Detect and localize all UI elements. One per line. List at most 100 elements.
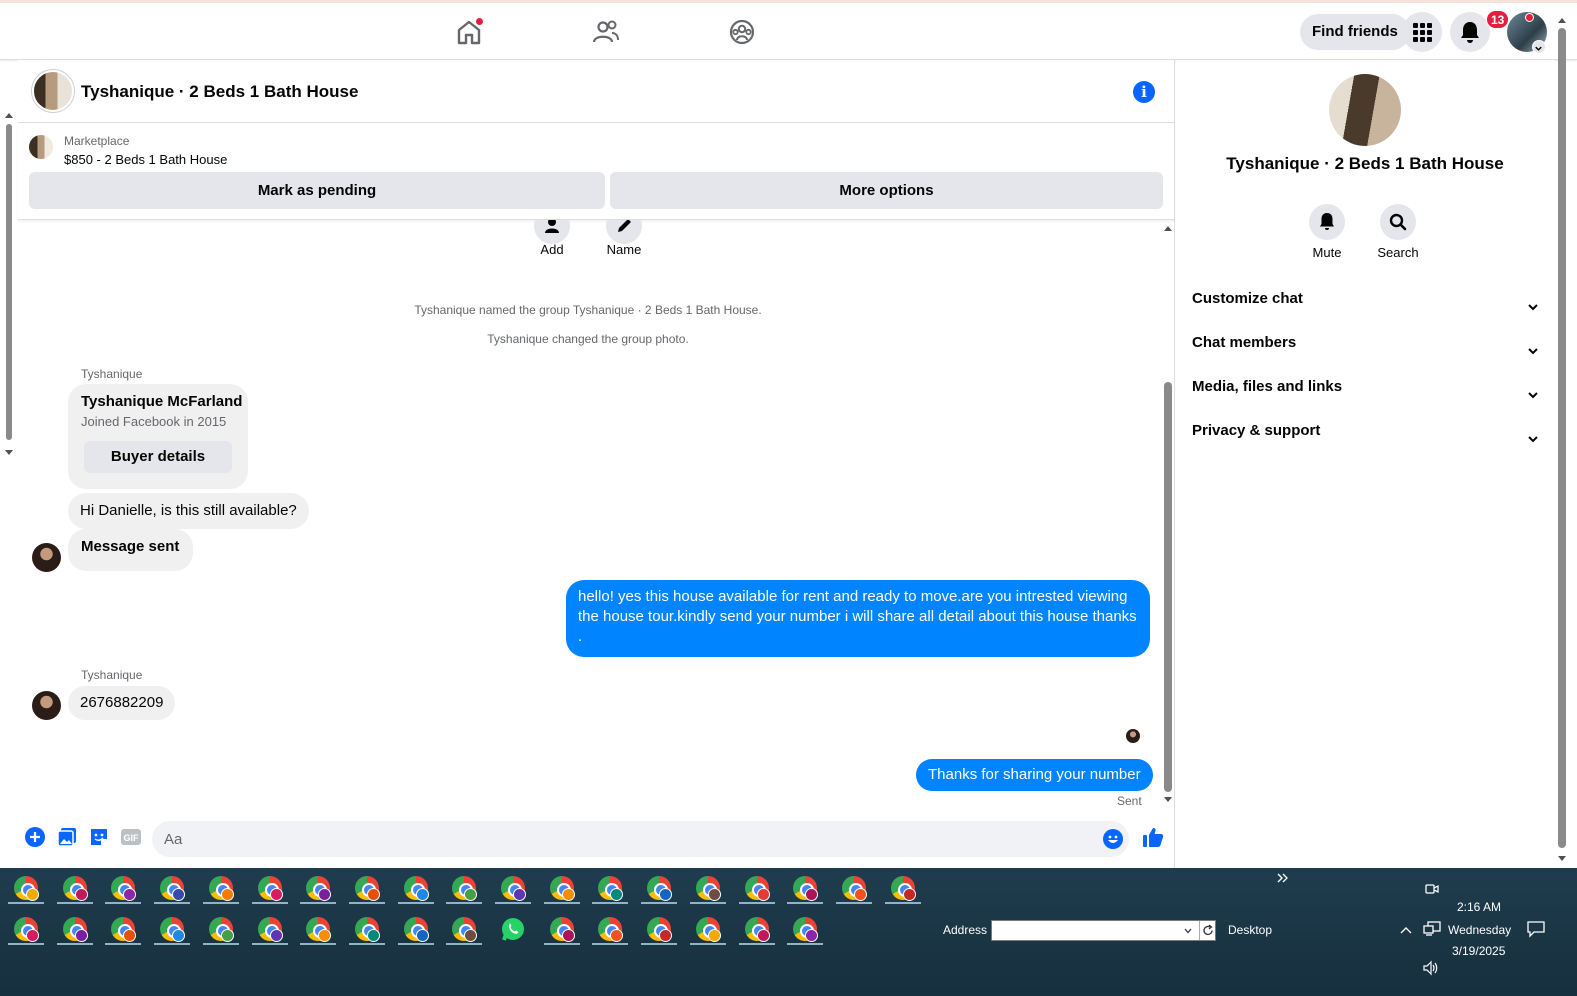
volume-icon[interactable] <box>1422 960 1440 976</box>
show-hidden-icons-chevron-icon[interactable] <box>1399 923 1413 935</box>
menu-grid-icon[interactable] <box>1402 12 1442 52</box>
chat-title[interactable]: Tyshanique · 2 Beds 1 Bath House <box>81 82 358 102</box>
listing-title[interactable]: $850 - 2 Beds 1 Bath House <box>64 152 227 167</box>
sender-avatar[interactable] <box>32 543 61 572</box>
taskbar-chrome-profile-icon[interactable] <box>543 874 580 904</box>
buyer-details-button[interactable]: Buyer details <box>84 441 232 473</box>
taskbar-chrome-profile-icon[interactable] <box>543 915 580 945</box>
taskbar-chrome-profile-icon[interactable] <box>689 874 726 904</box>
svg-text:GIF: GIF <box>124 833 140 843</box>
desktop-toolbar-label[interactable]: Desktop <box>1228 923 1272 937</box>
taskbar-chrome-profile-icon[interactable] <box>300 874 337 904</box>
taskbar-chrome-profile-icon[interactable] <box>641 915 678 945</box>
message-bubble[interactable]: Hi Danielle, is this still available? <box>68 493 309 529</box>
home-icon[interactable] <box>453 16 485 48</box>
network-icon[interactable] <box>1423 921 1441 937</box>
message-bubble[interactable]: 2676882209 <box>68 686 176 720</box>
address-toolbar-input[interactable] <box>991 920 1216 941</box>
plus-icon[interactable] <box>24 826 46 848</box>
chevron-down-icon <box>1526 336 1540 355</box>
read-receipt-avatar <box>1126 729 1140 743</box>
meet-now-icon[interactable] <box>1424 881 1440 897</box>
taskbar-chrome-profile-icon[interactable] <box>105 915 142 945</box>
taskbar-chrome-profile-icon[interactable] <box>251 915 288 945</box>
taskbar-chrome-profile-icon[interactable] <box>397 915 434 945</box>
message-bubble-outgoing[interactable]: Thanks for sharing your number <box>916 759 1153 791</box>
sender-name: Tyshanique <box>81 668 143 682</box>
media-files-links-section[interactable]: Media, files and links <box>1192 369 1542 405</box>
chat-panel: Tyshanique · 2 Beds 1 Bath House i Marke… <box>18 60 1175 868</box>
chat-members-section[interactable]: Chat members <box>1192 325 1542 361</box>
taskbar-chrome-profile-icon[interactable] <box>348 915 385 945</box>
taskbar-chrome-profile-icon[interactable] <box>446 874 483 904</box>
taskbar-chrome-profile-icon[interactable] <box>446 915 483 945</box>
taskbar-chrome-profile-icon[interactable] <box>592 874 629 904</box>
taskbar-chrome-profile-icon[interactable] <box>884 874 921 904</box>
account-notification-dot <box>1525 13 1534 22</box>
sticker-icon[interactable] <box>88 826 110 848</box>
privacy-support-section[interactable]: Privacy & support <box>1192 413 1542 449</box>
groups-icon[interactable] <box>726 16 758 48</box>
address-dropdown-icon <box>1184 928 1192 934</box>
taskbar-chrome-profile-icon[interactable] <box>738 874 775 904</box>
message-bubble-outgoing[interactable]: hello! yes this house available for rent… <box>566 580 1150 657</box>
taskbar-chrome-profile-icon[interactable] <box>105 874 142 904</box>
gif-icon[interactable]: GIF <box>120 826 142 848</box>
taskbar-chrome-profile-icon[interactable] <box>202 915 239 945</box>
notifications-bell-icon[interactable] <box>1450 12 1490 52</box>
taskbar-chrome-profile-icon[interactable] <box>8 915 44 945</box>
taskbar-chrome-profile-icon[interactable] <box>397 874 434 904</box>
taskbar-chrome-profile-icon[interactable] <box>154 915 191 945</box>
taskbar-whatsapp-icon[interactable] <box>495 915 531 945</box>
friends-icon[interactable] <box>590 16 622 48</box>
info-icon[interactable]: i <box>1133 81 1155 103</box>
conversation-avatar[interactable] <box>1329 74 1401 146</box>
taskbar-chrome-profile-icon[interactable] <box>835 874 872 904</box>
more-options-button[interactable]: More options <box>610 172 1163 209</box>
message-bubble[interactable]: Message sent <box>68 529 194 571</box>
mute-button[interactable]: Mute <box>1297 204 1357 260</box>
taskbar-chrome-profile-icon[interactable] <box>154 874 191 904</box>
buyer-name[interactable]: Tyshanique McFarland <box>81 393 242 410</box>
taskbar-chrome-profile-icon[interactable] <box>495 874 531 904</box>
system-message: Tyshanique named the group Tyshanique · … <box>414 303 762 317</box>
like-thumb-icon[interactable] <box>1142 826 1164 848</box>
action-center-icon[interactable] <box>1526 920 1546 938</box>
taskbar-chrome-profile-icon[interactable] <box>348 874 385 904</box>
taskbar-chrome-profile-icon[interactable] <box>202 874 239 904</box>
customize-chat-section[interactable]: Customize chat <box>1192 281 1542 317</box>
taskbar-chrome-profile-icon[interactable] <box>8 874 44 904</box>
clock-date[interactable]: 3/19/2025 <box>1452 944 1505 958</box>
taskbar-chrome-profile-icon[interactable] <box>56 874 93 904</box>
page-scrollbar[interactable] <box>1555 10 1569 868</box>
taskbar-chrome-profile-icon[interactable] <box>641 874 678 904</box>
find-friends-button[interactable]: Find friends <box>1300 14 1410 50</box>
taskbar-chrome-profile-icon[interactable] <box>592 915 629 945</box>
screen: Find friends 13 Tyshanique · 2 Beds 1 Ba… <box>0 0 1577 996</box>
taskbar-chrome-profile-icon[interactable] <box>56 915 93 945</box>
taskbar-chrome-profile-icon[interactable] <box>300 915 337 945</box>
message-input[interactable] <box>164 821 1064 857</box>
taskbar-chrome-profile-icon[interactable] <box>787 915 824 945</box>
photo-icon[interactable] <box>56 826 78 848</box>
taskbar-chrome-profile-icon[interactable] <box>689 915 726 945</box>
search-in-chat-button[interactable]: Search <box>1368 204 1428 260</box>
sender-avatar[interactable] <box>32 691 61 720</box>
group-avatar[interactable] <box>32 70 74 112</box>
mute-label: Mute <box>1312 245 1342 260</box>
address-go-icon[interactable] <box>1199 921 1216 940</box>
listing-thumbnail[interactable] <box>29 135 53 159</box>
account-menu-chevron-icon[interactable] <box>1532 40 1546 54</box>
clock-day[interactable]: Wednesday <box>1448 923 1511 937</box>
section-label: Customize chat <box>1192 290 1303 307</box>
clock-time[interactable]: 2:16 AM <box>1457 900 1501 914</box>
left-scrollbar[interactable] <box>0 108 18 468</box>
mark-as-pending-button[interactable]: Mark as pending <box>29 172 605 209</box>
taskbar-chrome-profile-icon[interactable] <box>787 874 824 904</box>
composer: GIF <box>18 808 1175 868</box>
chat-scrollbar[interactable] <box>1161 220 1175 808</box>
emoji-icon[interactable] <box>1102 828 1124 850</box>
taskbar-overflow-icon[interactable] <box>1276 871 1290 883</box>
taskbar-chrome-profile-icon[interactable] <box>251 874 288 904</box>
taskbar-chrome-profile-icon[interactable] <box>738 915 775 945</box>
